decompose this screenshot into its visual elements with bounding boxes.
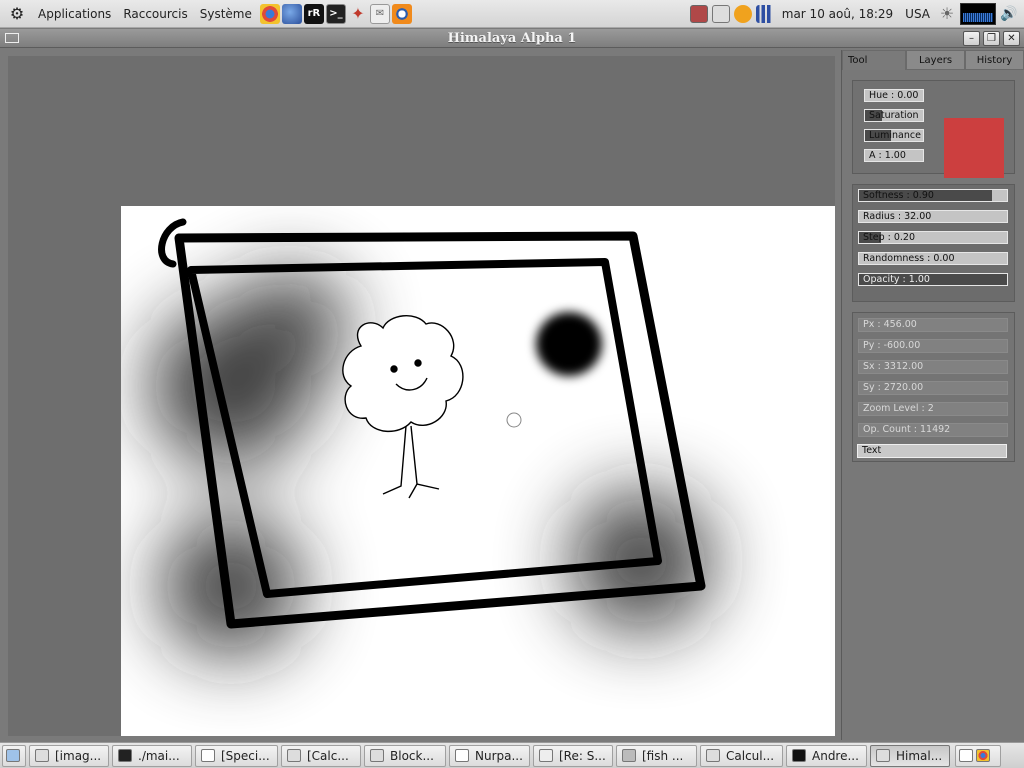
step-slider[interactable]: Step : 0.20 (858, 231, 1008, 244)
sx-readout: Sx : 3312.00 (858, 360, 1008, 374)
weather-sun-icon[interactable]: ☀ (938, 4, 956, 23)
tree-doodle (342, 315, 464, 499)
maximize-button[interactable]: ❐ (983, 30, 1000, 46)
document-icon (201, 749, 215, 762)
softness-slider[interactable]: Softness : 0.90 (858, 189, 1008, 202)
close-button[interactable]: ✕ (1003, 30, 1020, 46)
volume-icon[interactable]: 🔊 (1000, 5, 1018, 23)
canvas-area[interactable] (8, 56, 835, 736)
taskbar-item[interactable]: [Calc... (281, 744, 361, 767)
taskbar-item-active[interactable]: Himal... (870, 744, 950, 767)
clock[interactable]: mar 10 aoû, 18:29 (778, 7, 897, 21)
menu-shortcuts[interactable]: Raccourcis (117, 0, 193, 28)
mail-reply-icon (539, 749, 553, 762)
network-monitor[interactable] (960, 2, 996, 25)
tool-panel: Tool Layers History Hue : 0.00 Saturatio… (841, 50, 1024, 740)
minimize-button[interactable]: – (963, 30, 980, 46)
firefox-icon[interactable] (281, 3, 302, 24)
text-input[interactable]: Text (857, 444, 1007, 458)
gnome-foot-icon[interactable]: ⚙ (6, 3, 28, 25)
workspace-switcher[interactable] (955, 744, 1001, 767)
calculator-icon (287, 749, 301, 762)
taskbar-item[interactable]: Andre... (786, 744, 867, 767)
brush-group: Softness : 0.90 Radius : 32.00 Step : 0.… (852, 184, 1015, 302)
applet-icon[interactable] (689, 4, 708, 23)
zoom-level-readout: Zoom Level : 2 (858, 402, 1008, 416)
disk-icon[interactable] (711, 4, 730, 23)
main-menu: ⚙ Applications Raccourcis Système (0, 0, 258, 28)
taskbar-item[interactable]: Block... (364, 744, 446, 767)
rr-icon[interactable]: rR (303, 3, 324, 24)
tab-tool[interactable]: Tool (842, 50, 906, 70)
menu-system[interactable]: Système (194, 0, 258, 28)
workspace-icon (959, 749, 973, 762)
taskbar-item[interactable]: ./mai... (112, 744, 192, 767)
keyboard-layout[interactable]: USA (901, 7, 934, 21)
brush-cursor (506, 412, 522, 428)
color-group: Hue : 0.00 Saturation Luminance A : 1.00 (852, 80, 1015, 178)
calculator-icon (706, 749, 720, 762)
sy-readout: Sy : 2720.00 (858, 381, 1008, 395)
taskbar-item[interactable]: [Speci... (195, 744, 278, 767)
panel-tabs: Tool Layers History (842, 50, 1024, 70)
saturation-slider[interactable]: Saturation (864, 109, 924, 122)
drawing-canvas[interactable] (121, 206, 835, 736)
menu-applications[interactable]: Applications (32, 0, 117, 28)
px-readout: Px : 456.00 (858, 318, 1008, 332)
tab-history[interactable]: History (965, 50, 1024, 70)
black-blob (536, 312, 602, 376)
randomness-slider[interactable]: Randomness : 0.00 (858, 252, 1008, 265)
desktop-icon (6, 749, 20, 762)
launchers: rR >_ ✦ ✉ (259, 3, 412, 24)
opacity-slider[interactable]: Opacity : 1.00 (858, 273, 1008, 286)
mail-icon[interactable]: ✉ (369, 3, 390, 24)
app-icon (792, 749, 806, 762)
terminal-icon (118, 749, 132, 762)
op-count-readout: Op. Count : 11492 (858, 423, 1008, 437)
drawing-paper[interactable] (121, 206, 835, 736)
taskbar-item[interactable]: Nurpa... (449, 744, 530, 767)
terminal-icon[interactable]: >_ (325, 3, 346, 24)
update-icon[interactable] (733, 4, 752, 23)
network-signal-icon[interactable] (755, 4, 774, 23)
taskbar-item[interactable]: [imag... (29, 744, 109, 767)
mail-icon (455, 749, 469, 762)
top-panel: ⚙ Applications Raccourcis Système rR >_ … (0, 0, 1024, 28)
terminal-icon (622, 749, 636, 762)
window-controls: – ❐ ✕ (963, 30, 1024, 46)
blender-icon[interactable] (391, 3, 412, 24)
chrome-icon[interactable] (259, 3, 280, 24)
system-tray: mar 10 aoû, 18:29 USA ☀ 🔊 (689, 0, 1024, 28)
taskbar: [imag... ./mai... [Speci... [Calc... Blo… (0, 742, 1024, 768)
luminance-slider[interactable]: Luminance (864, 129, 924, 142)
tab-layers[interactable]: Layers (906, 50, 965, 70)
window-titlebar[interactable]: Himalaya Alpha 1 – ❐ ✕ (0, 29, 1024, 48)
star-icon[interactable]: ✦ (348, 4, 368, 24)
disk-icon (370, 749, 384, 762)
window-icon (35, 749, 49, 762)
radius-slider[interactable]: Radius : 32.00 (858, 210, 1008, 223)
window-icon (876, 749, 890, 762)
show-desktop-button[interactable] (2, 744, 26, 767)
info-group: Px : 456.00 Py : -600.00 Sx : 3312.00 Sy… (852, 312, 1015, 462)
py-readout: Py : -600.00 (858, 339, 1008, 353)
chrome-icon (976, 749, 990, 762)
alpha-slider[interactable]: A : 1.00 (864, 149, 924, 162)
taskbar-item[interactable]: [Re: S... (533, 744, 613, 767)
window-title: Himalaya Alpha 1 (447, 30, 577, 46)
hue-slider[interactable]: Hue : 0.00 (864, 89, 924, 102)
color-swatch[interactable] (944, 118, 1004, 178)
taskbar-item[interactable]: Calcul... (700, 744, 783, 767)
taskbar-item[interactable]: [fish ... (616, 744, 697, 767)
